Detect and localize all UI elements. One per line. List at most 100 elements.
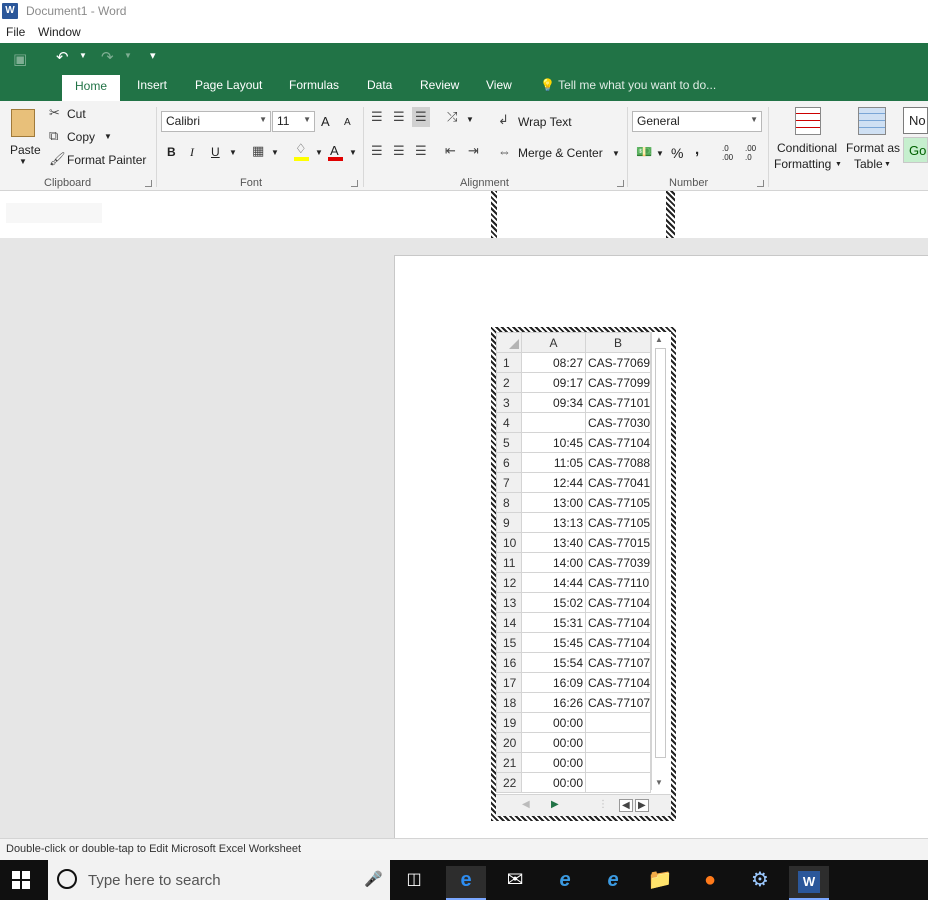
cell-b[interactable]: CAS-77105	[584, 492, 652, 513]
cell-a[interactable]: 00:00	[521, 772, 586, 793]
borders-icon[interactable]: ▦	[252, 143, 264, 159]
cell-a[interactable]: 11:05	[521, 452, 586, 473]
row-header[interactable]: 10	[496, 532, 522, 553]
cell-b[interactable]: CAS-77104	[584, 592, 652, 613]
cell-b[interactable]: CAS-77101	[584, 392, 652, 413]
file-explorer-icon[interactable]: 📁	[640, 866, 680, 900]
tab-home[interactable]: Home	[62, 75, 121, 101]
underline-button[interactable]: U	[211, 145, 220, 159]
tab-insert[interactable]: Insert	[137, 78, 167, 92]
scissors-icon[interactable]: ✂	[49, 105, 60, 121]
cell-b[interactable]	[584, 752, 652, 773]
word-app-icon[interactable]: W	[2, 3, 18, 19]
shrink-font-button[interactable]: A	[344, 117, 351, 128]
format-painter-button[interactable]: Format Painter	[67, 153, 146, 167]
accounting-format-icon[interactable]: 💵	[636, 144, 652, 160]
font-size-select[interactable]: 11 ▼	[272, 111, 315, 132]
cell-b[interactable]: CAS-77110	[584, 572, 652, 593]
conditional-formatting-button[interactable]: Conditional Formatting ▼	[773, 104, 843, 174]
fill-color-icon[interactable]: ♢	[295, 141, 307, 157]
cell-a[interactable]: 08:27	[521, 352, 586, 373]
undo-icon[interactable]: ↶	[56, 48, 69, 66]
cell-a[interactable]: 09:34	[521, 392, 586, 413]
task-view-icon[interactable]: ◫	[394, 866, 434, 900]
select-all-corner[interactable]	[496, 332, 522, 353]
row-header[interactable]: 19	[496, 712, 522, 733]
scrollbar-thumb[interactable]	[655, 348, 666, 758]
cell-a[interactable]: 00:00	[521, 712, 586, 733]
cell-b[interactable]: CAS-77015	[584, 532, 652, 553]
tab-data[interactable]: Data	[367, 78, 392, 92]
orientation-dropdown-icon[interactable]: ▼	[466, 115, 474, 124]
redo-dropdown-icon[interactable]: ▼	[124, 51, 132, 60]
underline-dropdown-icon[interactable]: ▼	[229, 148, 237, 157]
mail-icon[interactable]: ✉	[495, 866, 535, 900]
row-header[interactable]: 20	[496, 732, 522, 753]
align-right-icon[interactable]: ☰	[415, 143, 427, 159]
comma-style-button[interactable]: ,	[695, 141, 699, 158]
cell-a[interactable]: 16:09	[521, 672, 586, 693]
scroll-up-icon[interactable]: ▲	[655, 335, 663, 344]
percent-style-button[interactable]: %	[671, 145, 683, 161]
column-header-a[interactable]: A	[521, 332, 586, 353]
cell-a[interactable]: 15:31	[521, 612, 586, 633]
align-top-icon[interactable]: ☰	[371, 109, 383, 125]
cell-b[interactable]: CAS-77104	[584, 672, 652, 693]
cell-b[interactable]: CAS-77030	[584, 412, 652, 433]
menu-window[interactable]: Window	[38, 25, 81, 39]
cell-b[interactable]: CAS-77105	[584, 512, 652, 533]
number-format-select[interactable]: General ▼	[632, 111, 762, 132]
alignment-launcher-icon[interactable]	[617, 180, 624, 187]
paste-button[interactable]: Paste ▼	[6, 105, 42, 171]
customize-qat-icon[interactable]: ▾	[150, 49, 156, 62]
cell-b[interactable]: CAS-77088	[584, 452, 652, 473]
row-header[interactable]: 5	[496, 432, 522, 453]
grow-font-button[interactable]: A	[321, 114, 330, 129]
cell-a[interactable]	[521, 412, 586, 433]
align-middle-icon[interactable]: ☰	[393, 109, 405, 125]
cell-a[interactable]: 13:00	[521, 492, 586, 513]
cell-a[interactable]: 13:40	[521, 532, 586, 553]
accounting-dropdown-icon[interactable]: ▼	[656, 149, 664, 158]
cell-b[interactable]	[584, 732, 652, 753]
cell-b[interactable]: CAS-77104	[584, 612, 652, 633]
row-header[interactable]: 21	[496, 752, 522, 773]
scroll-down-icon[interactable]: ▼	[655, 778, 663, 787]
clipboard-launcher-icon[interactable]	[145, 180, 152, 187]
windows-start-icon[interactable]	[12, 871, 30, 889]
cell-a[interactable]: 14:44	[521, 572, 586, 593]
font-color-dropdown-icon[interactable]: ▼	[349, 148, 357, 157]
cell-a[interactable]: 09:17	[521, 372, 586, 393]
merge-center-button[interactable]: Merge & Center	[518, 146, 603, 160]
row-header[interactable]: 18	[496, 692, 522, 713]
microphone-icon[interactable]: 🎤	[364, 870, 383, 888]
row-header[interactable]: 8	[496, 492, 522, 513]
copy-button[interactable]: Copy	[67, 130, 95, 144]
firefox-icon[interactable]: ●	[690, 866, 730, 900]
bold-button[interactable]: B	[167, 145, 176, 159]
menu-file[interactable]: File	[6, 25, 25, 39]
number-launcher-icon[interactable]	[757, 180, 764, 187]
increase-indent-icon[interactable]: ⇥	[468, 143, 479, 159]
cell-b[interactable]: CAS-77041	[584, 472, 652, 493]
next-sheet-icon[interactable]: ▶	[551, 799, 559, 810]
copy-dropdown-icon[interactable]: ▼	[104, 132, 112, 141]
redo-icon[interactable]: ↷	[101, 48, 114, 66]
save-icon[interactable]: ▣	[13, 50, 27, 68]
align-left-icon[interactable]: ☰	[371, 143, 383, 159]
row-header[interactable]: 15	[496, 632, 522, 653]
copy-icon[interactable]: ⧉	[49, 128, 58, 144]
taskbar-search[interactable]: Type here to search 🎤	[48, 860, 390, 900]
increase-decimal-button[interactable]: .0 .00	[722, 144, 740, 162]
decrease-decimal-button[interactable]: .00 .0	[745, 144, 763, 162]
edge-browser-icon[interactable]: e	[446, 866, 486, 900]
undo-dropdown-icon[interactable]: ▼	[79, 51, 87, 60]
scroll-right-icon[interactable]: ▶	[635, 799, 649, 812]
decrease-indent-icon[interactable]: ⇤	[445, 143, 456, 159]
cell-b[interactable]: CAS-77104	[584, 432, 652, 453]
tell-me-box[interactable]: 💡 Tell me what you want to do...	[540, 78, 716, 92]
row-header[interactable]: 1	[496, 352, 522, 373]
name-box[interactable]	[6, 203, 102, 223]
prev-sheet-icon[interactable]: ◀	[522, 799, 530, 810]
format-as-table-button[interactable]: Format as Table ▼	[844, 104, 900, 174]
